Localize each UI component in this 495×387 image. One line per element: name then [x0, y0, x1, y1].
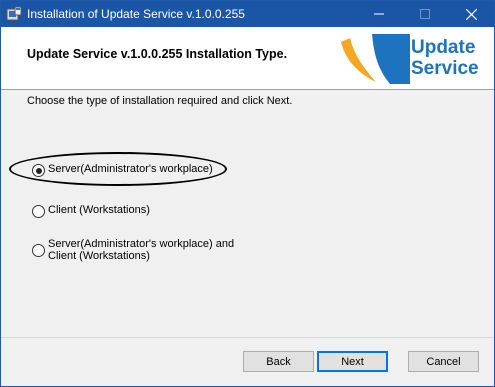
option-client[interactable]: Client (Workstations) [32, 204, 150, 218]
logo-text-line1: Update [411, 37, 476, 58]
installer-app-icon [6, 6, 22, 21]
page-heading: Update Service v.1.0.0.255 Installation … [27, 47, 288, 61]
footer-divider [1, 337, 494, 338]
minimize-button[interactable] [356, 1, 402, 27]
logo-wordmark: Update Service [411, 37, 479, 79]
title-bar[interactable]: Installation of Update Service v.1.0.0.2… [1, 1, 494, 27]
back-button[interactable]: Back [243, 351, 314, 372]
option-server-and-client[interactable]: Server(Administrator's workplace) and Cl… [32, 238, 234, 262]
option-server-and-client-label: Server(Administrator's workplace) and Cl… [48, 238, 234, 262]
update-service-logo-icon [341, 34, 410, 84]
maximize-button[interactable] [402, 1, 448, 27]
next-button[interactable]: Next [317, 351, 388, 372]
close-button[interactable] [448, 1, 494, 27]
window-title: Installation of Update Service v.1.0.0.2… [27, 7, 245, 21]
radio-server[interactable] [32, 164, 45, 177]
maximize-icon [420, 9, 430, 19]
logo-text-line2: Service [411, 58, 479, 79]
option-client-label: Client (Workstations) [48, 204, 150, 216]
cancel-button[interactable]: Cancel [408, 351, 479, 372]
radio-server-and-client[interactable] [32, 244, 45, 257]
option-server-and-client-label-line2: Client (Workstations) [48, 250, 150, 262]
installer-window: Installation of Update Service v.1.0.0.2… [0, 0, 495, 387]
header-banner: Update Service v.1.0.0.255 Installation … [1, 27, 494, 90]
option-server[interactable]: Server(Administrator's workplace) [32, 163, 213, 177]
close-icon [465, 8, 477, 20]
option-server-and-client-label-line1: Server(Administrator's workplace) and [48, 238, 235, 250]
minimize-icon [374, 13, 384, 15]
option-server-label: Server(Administrator's workplace) [48, 163, 213, 175]
radio-client[interactable] [32, 205, 45, 218]
instruction-text: Choose the type of installation required… [27, 95, 293, 107]
